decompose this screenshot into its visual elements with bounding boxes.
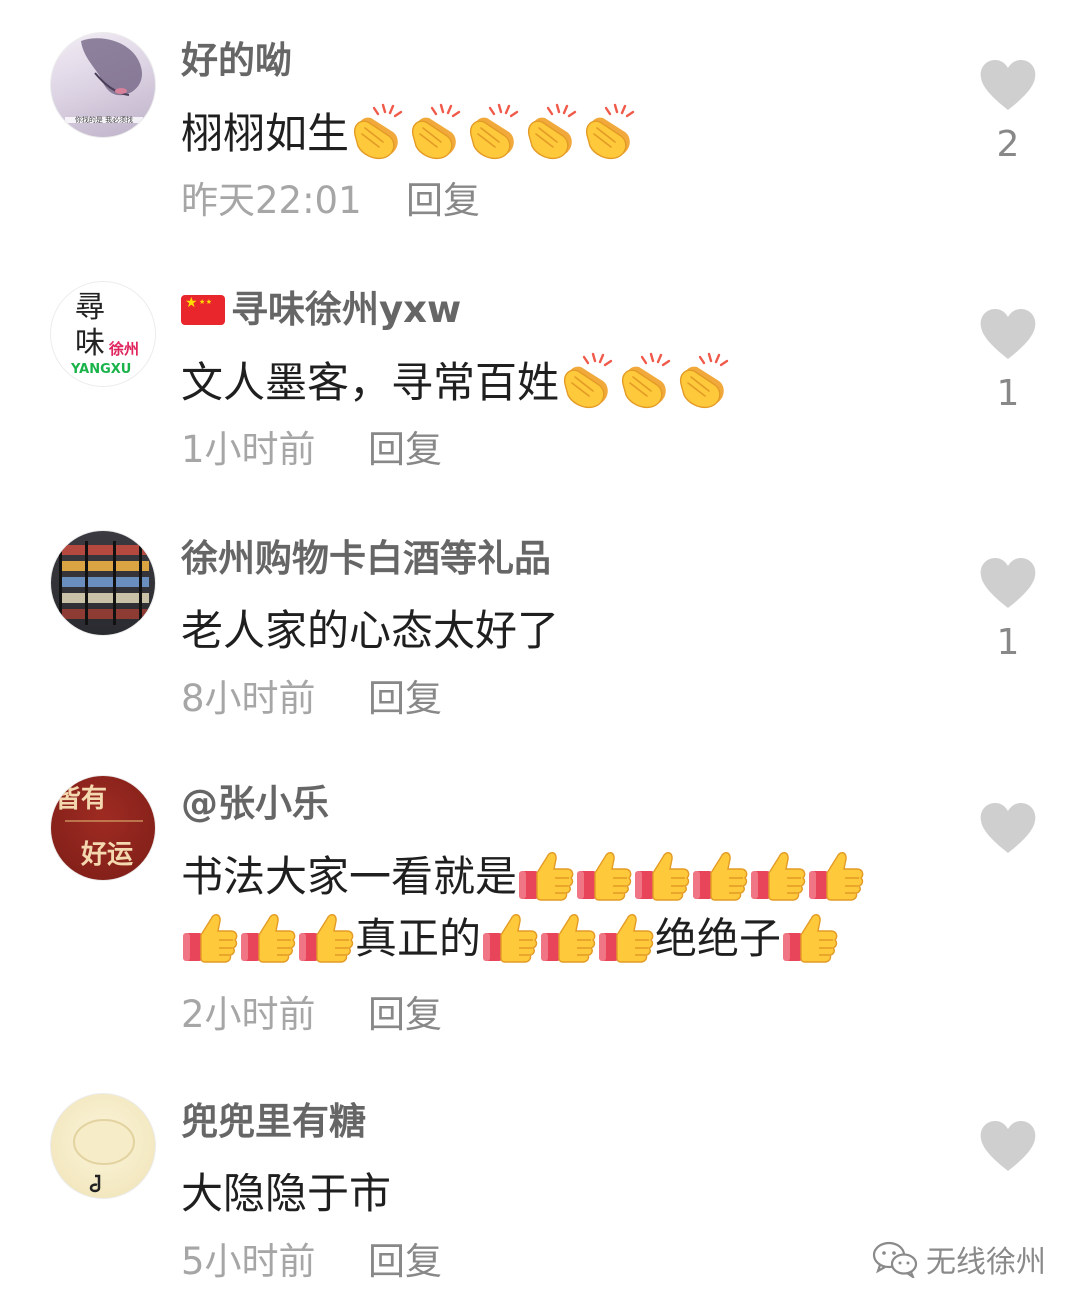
comment-username[interactable]: @张小乐 xyxy=(181,779,329,829)
clapping-hands-icon xyxy=(465,102,523,160)
thumbs-up-icon xyxy=(691,845,749,903)
thumbs-up-icon xyxy=(597,907,655,965)
thumbs-up-icon xyxy=(297,907,355,965)
like-count: 1 xyxy=(996,622,1020,663)
thumbs-up-icon xyxy=(481,907,539,965)
clapping-hands-icon xyxy=(559,351,617,409)
comment-text: 老人家的心态太好了 xyxy=(181,600,941,662)
avatar[interactable]: 你找的是 我必须找 xyxy=(50,32,156,138)
comment-username[interactable]: 好的呦 xyxy=(181,36,292,86)
avatar-caption: 你找的是 我必须找 xyxy=(74,116,134,124)
avatar-text: 尋 xyxy=(75,290,105,325)
avatar-text: 味 xyxy=(75,326,105,361)
thumbs-up-icon xyxy=(807,845,865,903)
clapping-hands-icon xyxy=(407,102,465,160)
avatar-text: 徐州 xyxy=(109,340,140,358)
comment-text-body: 老人家的心态太好了 xyxy=(181,606,560,655)
comment-username[interactable]: 兜兜里有糖 xyxy=(181,1097,366,1147)
thumbs-up-icon xyxy=(781,907,839,965)
clapping-hands-icon xyxy=(523,102,581,160)
comment-username[interactable]: 徐州购物卡白酒等礼品 xyxy=(181,534,551,584)
clapping-hands-icon xyxy=(581,102,639,160)
avatar-text: 皆有 xyxy=(55,784,108,814)
avatar[interactable]: 尋 味 徐州 YANGXU xyxy=(50,281,156,387)
comment-text: 文人墨客，寻常百姓 xyxy=(181,351,941,414)
clapping-hands-icon xyxy=(675,351,733,409)
comment-text-body: 真正的 xyxy=(355,914,482,963)
comment-text-body: 书法大家一看就是 xyxy=(181,852,518,901)
heart-icon[interactable] xyxy=(979,59,1037,111)
like-count: 2 xyxy=(996,124,1020,165)
comment-time: 5小时前 xyxy=(181,1240,316,1283)
thumbs-up-icon xyxy=(517,845,575,903)
avatar[interactable]: 皆有 好运 xyxy=(50,775,156,881)
reply-button[interactable]: 回复 xyxy=(368,1237,442,1287)
comment-time: 1小时前 xyxy=(181,428,316,471)
comment-text: 栩栩如生 xyxy=(181,102,941,165)
reply-button[interactable]: 回复 xyxy=(368,674,442,724)
thumbs-up-icon xyxy=(539,907,597,965)
avatar-decor xyxy=(65,820,143,822)
avatar-text: YANGXU xyxy=(71,362,132,377)
comment-text: 大隐隐于市 xyxy=(181,1163,941,1225)
wechat-icon xyxy=(872,1241,918,1278)
thumbs-up-icon xyxy=(633,845,691,903)
comment-username[interactable]: 寻味徐州yxw xyxy=(181,285,461,335)
thumbs-up-icon xyxy=(181,907,239,965)
comment-text-body: 大隐隐于市 xyxy=(181,1169,392,1218)
comment-text-body: 绝绝子 xyxy=(655,914,782,963)
avatar-text: 好运 xyxy=(81,840,134,870)
reply-button[interactable]: 回复 xyxy=(368,425,442,475)
reply-button[interactable]: 回复 xyxy=(368,990,442,1040)
comment-time: 昨天22:01 xyxy=(181,179,362,222)
watermark: 无线徐州 xyxy=(872,1236,1046,1282)
comment-time: 8小时前 xyxy=(181,677,316,720)
reply-button[interactable]: 回复 xyxy=(406,176,480,226)
comment-text-body: 栩栩如生 xyxy=(181,109,350,158)
watermark-text: 无线徐州 xyxy=(926,1245,1046,1280)
like-count: 1 xyxy=(996,373,1020,414)
thumbs-up-icon xyxy=(239,907,297,965)
avatar[interactable] xyxy=(50,530,156,636)
heart-icon[interactable] xyxy=(979,1120,1037,1172)
thumbs-up-icon xyxy=(749,845,807,903)
comment-time: 2小时前 xyxy=(181,993,316,1036)
heart-icon[interactable] xyxy=(979,557,1037,609)
china-flag-icon xyxy=(181,295,225,325)
clapping-hands-icon xyxy=(617,351,675,409)
heart-icon[interactable] xyxy=(979,308,1037,360)
comment-text-body: 文人墨客，寻常百姓 xyxy=(181,358,560,407)
comment-text-line2: 真正的 绝绝子 xyxy=(181,907,941,970)
avatar-image xyxy=(73,1119,135,1193)
avatar-image xyxy=(59,541,149,625)
comment-text: 书法大家一看就是 xyxy=(181,845,941,908)
comment-username-text: 寻味徐州yxw xyxy=(231,288,462,331)
clapping-hands-icon xyxy=(349,102,407,160)
avatar[interactable] xyxy=(50,1093,156,1199)
thumbs-up-icon xyxy=(575,845,633,903)
heart-icon[interactable] xyxy=(979,802,1037,854)
